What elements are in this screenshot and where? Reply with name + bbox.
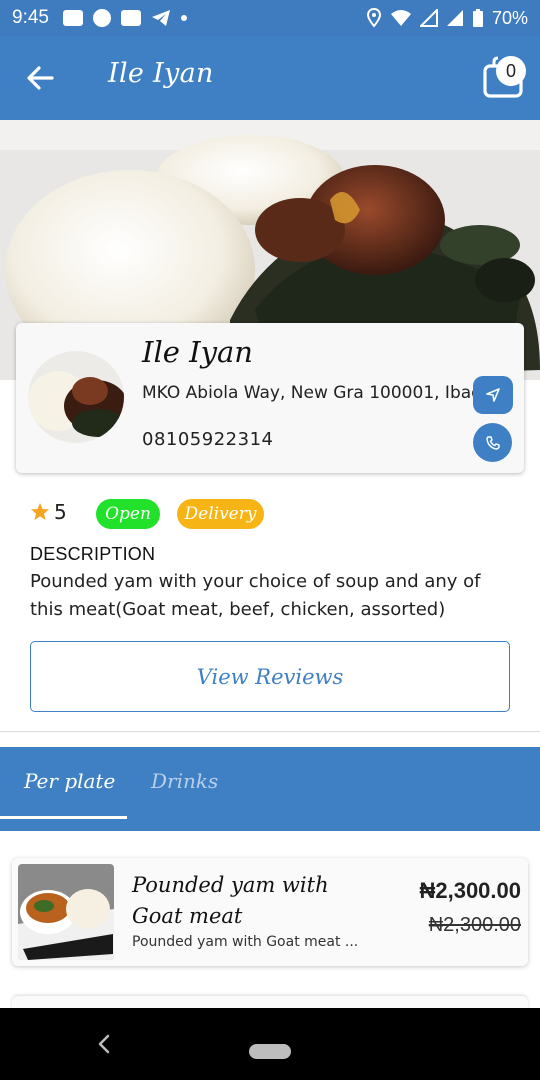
navigation-icon [486,388,500,402]
product-thumbnail [18,864,114,960]
restaurant-thumbnail [28,351,124,443]
system-nav-bar [0,1008,540,1080]
more-dot-icon [180,15,187,21]
cart-count-badge: 0 [496,56,526,86]
app-bar: Ile Iyan 0 [0,36,540,120]
product-old-price: ₦2,300.00 [428,914,521,936]
directions-button[interactable] [473,376,513,414]
open-badge: Open [96,499,160,529]
wifi-icon [390,10,411,26]
telegram-icon [151,10,170,26]
rating-value: 5 [54,500,67,524]
rating: 5 [30,500,67,524]
star-icon [31,503,49,520]
product-subtitle: Pounded yam with Goat meat ... [132,934,359,950]
nav-back-icon[interactable] [92,1030,116,1058]
description-heading: DESCRIPTION [30,544,156,564]
product-price: ₦2,300.00 [419,878,521,903]
nav-home-pill[interactable] [249,1044,291,1059]
restaurant-info-card: Ile Iyan MKO Abiola Way, New Gra 100001,… [16,323,524,473]
battery-icon [472,9,483,27]
signal-icon-2 [446,10,463,26]
delivery-badge: Delivery [177,499,264,529]
location-icon [366,8,381,28]
product-card[interactable]: Pounded yam with Goat meat Pounded yam w… [12,858,528,966]
restaurant-name: Ile Iyan [142,335,253,369]
call-button[interactable] [473,423,512,462]
menu-tabs: Per plate Drinks [0,747,540,831]
arrow-left-icon[interactable] [22,60,58,96]
status-time: 9:45 [12,7,49,28]
signal-icon [419,9,438,27]
system-icons: 70% [366,8,528,29]
youtube-icon [120,10,141,26]
whatsapp-icon [92,9,111,27]
view-reviews-button[interactable]: View Reviews [30,641,510,712]
tab-indicator [0,816,127,819]
tab-drinks[interactable]: Drinks [151,769,218,793]
image-icon [62,10,83,26]
tab-per-plate[interactable]: Per plate [24,769,115,793]
restaurant-address: MKO Abiola Way, New Gra 100001, Ibadan, [142,383,509,403]
restaurant-phone: 08105922314 [142,429,274,450]
battery-percent: 70% [491,7,528,28]
description-text: Pounded yam with your choice of soup and… [30,571,481,620]
notification-icons [62,9,187,27]
page-title: Ile Iyan [108,58,214,89]
divider [0,731,540,732]
status-bar: 9:45 70% [0,0,540,36]
product-name: Pounded yam with Goat meat [132,873,329,928]
phone-icon [485,435,500,450]
